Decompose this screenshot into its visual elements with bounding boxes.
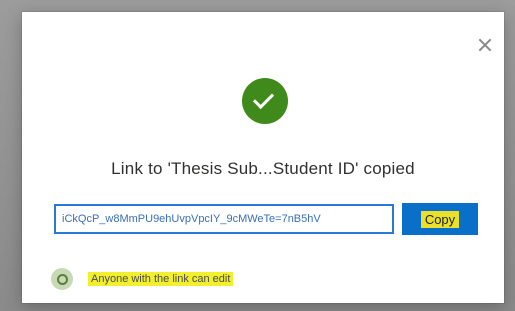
link-input[interactable] xyxy=(54,204,394,234)
close-icon[interactable] xyxy=(476,36,494,54)
copy-button[interactable]: Copy xyxy=(402,203,478,235)
copy-link-dialog: Link to 'Thesis Sub...Student ID' copied… xyxy=(22,12,504,303)
link-permission-text[interactable]: Anyone with the link can edit xyxy=(88,272,234,286)
checkmark-circle-icon xyxy=(242,78,288,124)
dialog-title: Link to 'Thesis Sub...Student ID' copied xyxy=(111,159,415,178)
globe-icon xyxy=(51,268,73,290)
copy-button-label: Copy xyxy=(420,210,460,228)
